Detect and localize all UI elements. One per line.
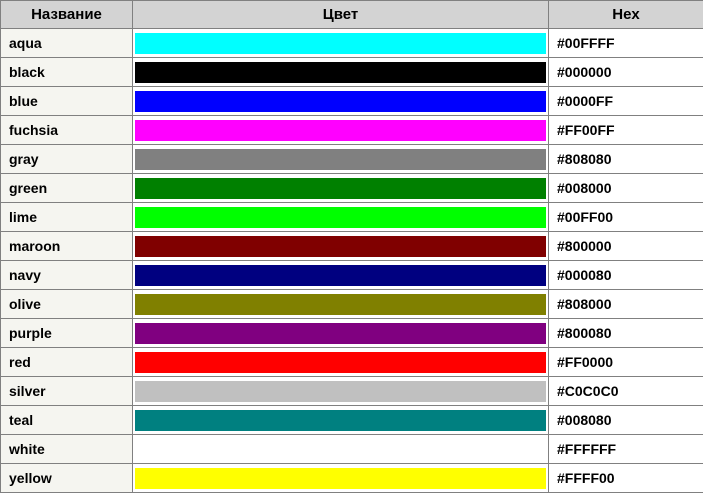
color-hex-cell: #00FF00 [549,203,703,232]
color-swatch-cell [133,116,549,145]
color-name-cell: red [1,348,133,377]
color-swatch-cell [133,174,549,203]
header-color: Цвет [133,1,549,29]
color-hex-cell: #00FFFF [549,29,703,58]
color-hex-cell: #808080 [549,145,703,174]
table-row: yellow #FFFF00 [1,464,703,493]
table-header-row: Название Цвет Hex [1,1,703,29]
table-row: silver #C0C0C0 [1,377,703,406]
color-name-cell: fuchsia [1,116,133,145]
color-name-cell: aqua [1,29,133,58]
color-swatch-cell [133,261,549,290]
color-hex-cell: #FF00FF [549,116,703,145]
color-hex-cell: #0000FF [549,87,703,116]
color-swatch [135,439,546,460]
color-swatch [135,468,546,489]
table-row: white #FFFFFF [1,435,703,464]
color-name-cell: purple [1,319,133,348]
color-hex-cell: #008080 [549,406,703,435]
color-name-cell: green [1,174,133,203]
color-swatch-cell [133,319,549,348]
table-row: teal #008080 [1,406,703,435]
color-name-cell: maroon [1,232,133,261]
color-swatch [135,410,546,431]
color-swatch-cell [133,87,549,116]
color-hex-cell: #FFFF00 [549,464,703,493]
color-swatch [135,120,546,141]
header-name: Название [1,1,133,29]
color-name-cell: navy [1,261,133,290]
color-hex-cell: #808000 [549,290,703,319]
color-swatch [135,294,546,315]
color-swatch [135,381,546,402]
color-name-cell: silver [1,377,133,406]
color-name-cell: teal [1,406,133,435]
color-hex-cell: #800000 [549,232,703,261]
color-hex-cell: #008000 [549,174,703,203]
color-swatch [135,178,546,199]
table-row: lime #00FF00 [1,203,703,232]
table-row: purple #800080 [1,319,703,348]
table-row: aqua #00FFFF [1,29,703,58]
table-row: green #008000 [1,174,703,203]
color-swatch-cell [133,377,549,406]
table-body: aqua#00FFFFblack#000000blue#0000FFfuchsi… [1,29,703,493]
color-swatch [135,265,546,286]
color-hex-cell: #000080 [549,261,703,290]
table-row: black #000000 [1,58,703,87]
color-name-cell: white [1,435,133,464]
color-swatch-cell [133,58,549,87]
table-row: gray #808080 [1,145,703,174]
color-name-cell: lime [1,203,133,232]
color-swatch [135,352,546,373]
table-row: maroon #800000 [1,232,703,261]
color-swatch-cell [133,203,549,232]
color-swatch-cell [133,29,549,58]
color-name-cell: blue [1,87,133,116]
color-swatch-cell [133,290,549,319]
color-name-cell: olive [1,290,133,319]
color-swatch-cell [133,406,549,435]
color-name-cell: black [1,58,133,87]
color-swatch-cell [133,145,549,174]
table-row: navy #000080 [1,261,703,290]
color-name-cell: gray [1,145,133,174]
table-row: fuchsia #FF00FF [1,116,703,145]
color-swatch-cell [133,232,549,261]
color-hex-cell: #C0C0C0 [549,377,703,406]
table-row: olive #808000 [1,290,703,319]
color-table: Название Цвет Hex aqua #00FFFF black #00000… [0,0,703,493]
color-swatch [135,207,546,228]
color-swatch [135,323,546,344]
color-hex-cell: #FF0000 [549,348,703,377]
color-swatch-cell [133,348,549,377]
color-swatch [135,236,546,257]
color-swatch [135,91,546,112]
color-swatch [135,149,546,170]
table-row: red #FF0000 [1,348,703,377]
color-hex-cell: #FFFFFF [549,435,703,464]
color-swatch-cell [133,435,549,464]
color-hex-cell: #800080 [549,319,703,348]
table-row: blue #0000FF [1,87,703,116]
color-name-cell: yellow [1,464,133,493]
color-hex-cell: #000000 [549,58,703,87]
color-swatch [135,62,546,83]
color-swatch-cell [133,464,549,493]
header-hex: Hex [549,1,703,29]
color-swatch [135,33,546,54]
